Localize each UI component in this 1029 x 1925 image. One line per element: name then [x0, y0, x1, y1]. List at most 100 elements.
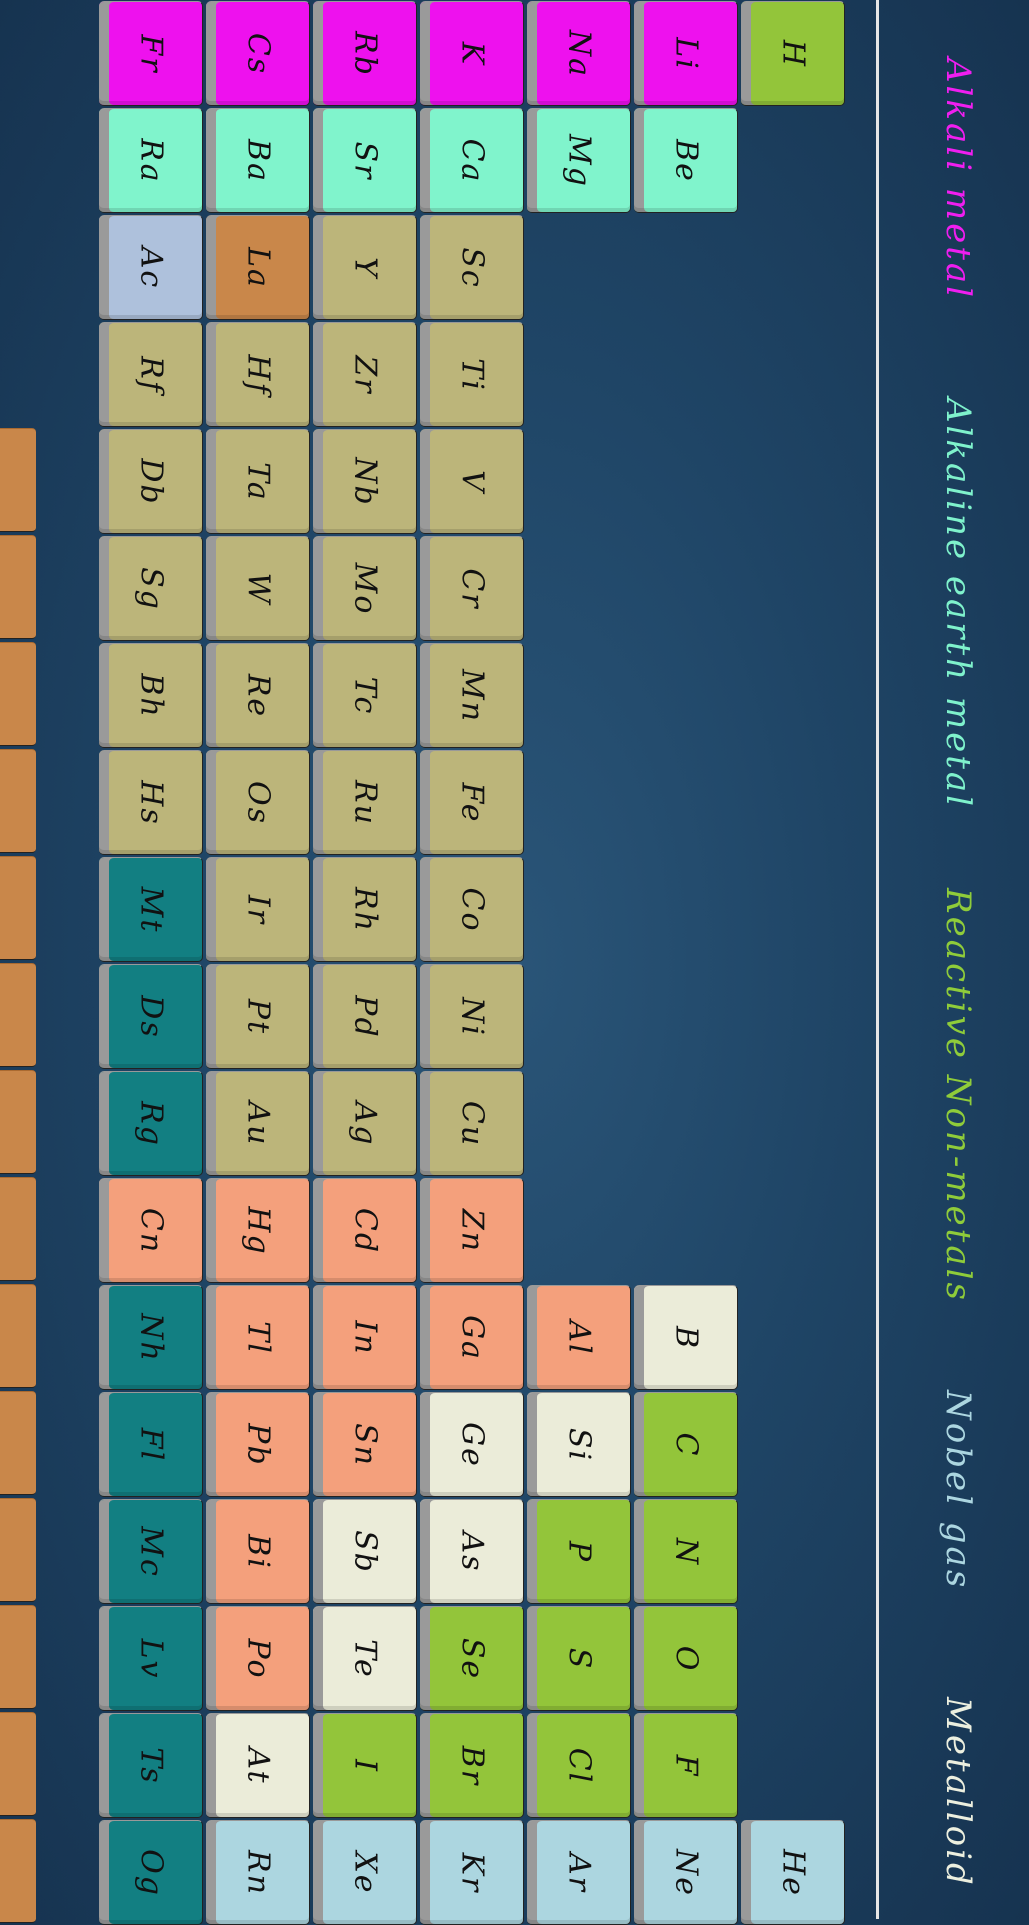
element-tile-p[interactable]: P [527, 1499, 631, 1604]
element-tile-ds[interactable]: Ds [99, 964, 203, 1069]
element-tile-i[interactable]: I [313, 1713, 417, 1818]
element-tile-ar[interactable]: Ar [527, 1820, 631, 1925]
element-symbol: Bh [133, 672, 168, 719]
element-tile-at[interactable]: At [206, 1713, 310, 1818]
element-tile-v[interactable]: V [420, 429, 524, 534]
element-tile-y[interactable]: Y [313, 215, 417, 320]
element-tile-h[interactable]: H [741, 1, 845, 106]
element-tile-fr[interactable]: Fr [99, 1, 203, 106]
element-symbol: Na [561, 29, 596, 78]
element-tile-tl[interactable]: Tl [206, 1285, 310, 1390]
element-tile-ac[interactable]: Ac [99, 215, 203, 320]
element-tile-mt[interactable]: Mt [99, 857, 203, 962]
element-tile-in[interactable]: In [313, 1285, 417, 1390]
element-tile-f[interactable]: F [634, 1713, 738, 1818]
element-tile-bh[interactable]: Bh [99, 643, 203, 748]
element-tile-n[interactable]: N [634, 1499, 738, 1604]
element-tile-db[interactable]: Db [99, 429, 203, 534]
element-tile-w[interactable]: W [206, 536, 310, 641]
element-tile-sn[interactable]: Sn [313, 1392, 417, 1497]
element-tile-og[interactable]: Og [99, 1820, 203, 1925]
element-tile-zn[interactable]: Zn [420, 1178, 524, 1283]
element-tile-sb[interactable]: Sb [313, 1499, 417, 1604]
element-tile-ca[interactable]: Ca [420, 108, 524, 213]
element-tile-li[interactable]: Li [634, 1, 738, 106]
element-tile-pd[interactable]: Pd [313, 964, 417, 1069]
element-tile-cr[interactable]: Cr [420, 536, 524, 641]
element-tile-rb[interactable]: Rb [313, 1, 417, 106]
element-tile-ba[interactable]: Ba [206, 108, 310, 213]
element-tile-mo[interactable]: Mo [313, 536, 417, 641]
element-tile-cn[interactable]: Cn [99, 1178, 203, 1283]
element-tile-be[interactable]: Be [634, 108, 738, 213]
f-block-strip [0, 1498, 36, 1602]
element-symbol: Cs [240, 32, 275, 75]
element-tile-co[interactable]: Co [420, 857, 524, 962]
element-tile-ge[interactable]: Ge [420, 1392, 524, 1497]
element-tile-na[interactable]: Na [527, 1, 631, 106]
element-tile-pt[interactable]: Pt [206, 964, 310, 1069]
element-tile-ga[interactable]: Ga [420, 1285, 524, 1390]
element-tile-hf[interactable]: Hf [206, 322, 310, 427]
element-symbol: K [454, 41, 489, 66]
element-tile-cs[interactable]: Cs [206, 1, 310, 106]
element-tile-mc[interactable]: Mc [99, 1499, 203, 1604]
element-tile-ta[interactable]: Ta [206, 429, 310, 534]
element-tile-k[interactable]: K [420, 1, 524, 106]
element-tile-la[interactable]: La [206, 215, 310, 320]
element-tile-ir[interactable]: Ir [206, 857, 310, 962]
element-symbol: Sg [133, 566, 168, 611]
element-tile-b[interactable]: B [634, 1285, 738, 1390]
element-symbol: Ag [347, 1101, 382, 1146]
element-tile-br[interactable]: Br [420, 1713, 524, 1818]
element-tile-ag[interactable]: Ag [313, 1071, 417, 1176]
element-tile-tc[interactable]: Tc [313, 643, 417, 748]
element-tile-s[interactable]: S [527, 1606, 631, 1711]
element-tile-bi[interactable]: Bi [206, 1499, 310, 1604]
element-tile-mn[interactable]: Mn [420, 643, 524, 748]
element-tile-cu[interactable]: Cu [420, 1071, 524, 1176]
element-tile-ru[interactable]: Ru [313, 750, 417, 855]
element-tile-xe[interactable]: Xe [313, 1820, 417, 1925]
element-tile-sr[interactable]: Sr [313, 108, 417, 213]
element-tile-fe[interactable]: Fe [420, 750, 524, 855]
element-tile-au[interactable]: Au [206, 1071, 310, 1176]
element-tile-o[interactable]: O [634, 1606, 738, 1711]
element-tile-hs[interactable]: Hs [99, 750, 203, 855]
element-tile-fl[interactable]: Fl [99, 1392, 203, 1497]
element-tile-rg[interactable]: Rg [99, 1071, 203, 1176]
element-tile-nb[interactable]: Nb [313, 429, 417, 534]
element-tile-ni[interactable]: Ni [420, 964, 524, 1069]
element-tile-ra[interactable]: Ra [99, 108, 203, 213]
element-symbol: Tc [347, 676, 382, 715]
element-tile-he[interactable]: He [741, 1820, 845, 1925]
element-tile-lv[interactable]: Lv [99, 1606, 203, 1711]
element-tile-zr[interactable]: Zr [313, 322, 417, 427]
element-tile-ts[interactable]: Ts [99, 1713, 203, 1818]
element-tile-al[interactable]: Al [527, 1285, 631, 1390]
element-tile-se[interactable]: Se [420, 1606, 524, 1711]
element-tile-rn[interactable]: Rn [206, 1820, 310, 1925]
element-tile-ti[interactable]: Ti [420, 322, 524, 427]
element-tile-rf[interactable]: Rf [99, 322, 203, 427]
element-tile-rh[interactable]: Rh [313, 857, 417, 962]
element-tile-kr[interactable]: Kr [420, 1820, 524, 1925]
element-tile-cl[interactable]: Cl [527, 1713, 631, 1818]
element-tile-si[interactable]: Si [527, 1392, 631, 1497]
legend-label-alkali: Alkali metal [938, 58, 978, 301]
element-tile-cd[interactable]: Cd [313, 1178, 417, 1283]
element-tile-mg[interactable]: Mg [527, 108, 631, 213]
f-block-strip [0, 856, 36, 960]
element-tile-sc[interactable]: Sc [420, 215, 524, 320]
element-tile-nh[interactable]: Nh [99, 1285, 203, 1390]
element-tile-os[interactable]: Os [206, 750, 310, 855]
element-tile-hg[interactable]: Hg [206, 1178, 310, 1283]
element-tile-re[interactable]: Re [206, 643, 310, 748]
element-tile-sg[interactable]: Sg [99, 536, 203, 641]
element-tile-ne[interactable]: Ne [634, 1820, 738, 1925]
element-tile-pb[interactable]: Pb [206, 1392, 310, 1497]
element-tile-po[interactable]: Po [206, 1606, 310, 1711]
element-tile-te[interactable]: Te [313, 1606, 417, 1711]
element-tile-c[interactable]: C [634, 1392, 738, 1497]
element-tile-as[interactable]: As [420, 1499, 524, 1604]
